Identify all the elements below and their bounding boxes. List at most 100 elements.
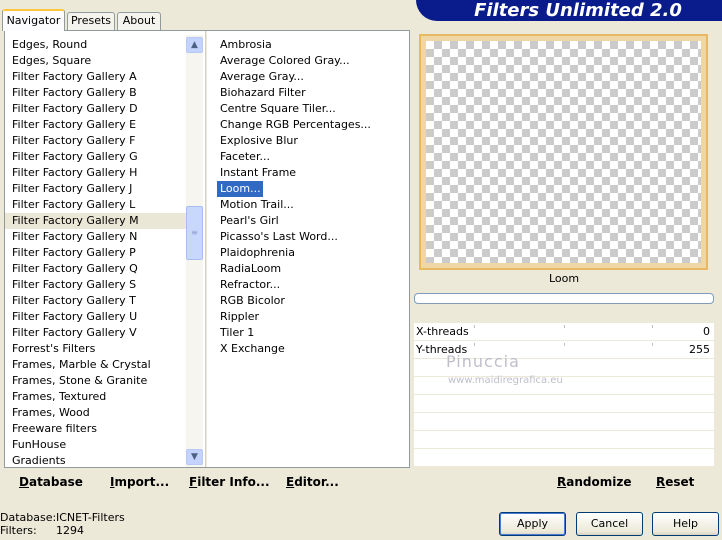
scroll-up-button[interactable]: ▲: [186, 37, 203, 53]
filters-label: Filters:: [0, 524, 37, 537]
category-item[interactable]: Filter Factory Gallery M: [5, 213, 190, 229]
category-item[interactable]: Filter Factory Gallery T: [5, 293, 190, 309]
tab-presets[interactable]: Presets: [67, 12, 115, 30]
filter-item[interactable]: Biohazard Filter: [217, 85, 306, 101]
filter-item[interactable]: Rippler: [217, 309, 259, 325]
filter-item-row: Plaidophrenia: [217, 245, 407, 261]
filter-info-button[interactable]: Filter Info...: [189, 475, 270, 489]
preview-image: [419, 34, 708, 270]
filter-item[interactable]: Pearl's Girl: [217, 213, 279, 229]
category-item[interactable]: Frames, Marble & Crystal: [5, 357, 190, 373]
category-item[interactable]: Filter Factory Gallery F: [5, 133, 190, 149]
filter-item-row: Average Colored Gray...: [217, 53, 407, 69]
filter-item[interactable]: RadiaLoom: [217, 261, 281, 277]
category-item[interactable]: Filter Factory Gallery D: [5, 101, 190, 117]
filter-item[interactable]: Ambrosia: [217, 37, 272, 53]
category-item[interactable]: Filter Factory Gallery B: [5, 85, 190, 101]
reset-button[interactable]: Reset: [656, 475, 694, 489]
category-item[interactable]: Filter Factory Gallery L: [5, 197, 190, 213]
filter-item[interactable]: Picasso's Last Word...: [217, 229, 338, 245]
database-button[interactable]: Database: [19, 475, 83, 489]
filter-item-row: Motion Trail...: [217, 197, 407, 213]
category-item[interactable]: Filter Factory Gallery Q: [5, 261, 190, 277]
category-item[interactable]: Frames, Stone & Granite: [5, 373, 190, 389]
filter-item-row: Loom...: [217, 181, 407, 197]
param-value: 255: [689, 343, 710, 356]
category-item[interactable]: FunHouse: [5, 437, 190, 453]
category-item[interactable]: Filter Factory Gallery E: [5, 117, 190, 133]
filter-item[interactable]: Loom...: [217, 181, 263, 197]
filter-item[interactable]: Explosive Blur: [217, 133, 298, 149]
category-item[interactable]: Filter Factory Gallery G: [5, 149, 190, 165]
progress-bar: [414, 293, 714, 304]
category-item[interactable]: Edges, Round: [5, 37, 190, 53]
category-item[interactable]: Edges, Square: [5, 53, 190, 69]
param-row-empty: [414, 449, 714, 467]
filter-item[interactable]: RGB Bicolor: [217, 293, 285, 309]
filter-item-row: X Exchange: [217, 341, 407, 357]
category-item[interactable]: Filter Factory Gallery J: [5, 181, 190, 197]
parameter-list: X-threads 0 Y-threads 255: [414, 323, 714, 467]
filter-item[interactable]: Average Gray...: [217, 69, 304, 85]
filter-item-row: Biohazard Filter: [217, 85, 407, 101]
category-item[interactable]: Frames, Textured: [5, 389, 190, 405]
param-label: X-threads: [416, 325, 469, 338]
param-row-empty: [414, 377, 714, 395]
import-button[interactable]: Import...: [110, 475, 169, 489]
param-label: Y-threads: [416, 343, 468, 356]
bottom-toolbar: Database Import... Filter Info... Editor…: [4, 470, 714, 496]
filter-item-row: Ambrosia: [217, 37, 407, 53]
category-scrollbar[interactable]: ▲ ≡ ▼: [186, 35, 203, 467]
filter-list: Ambrosia Average Colored Gray... Average G…: [217, 37, 407, 357]
database-label: Database:: [0, 511, 57, 524]
filter-item[interactable]: Motion Trail...: [217, 197, 294, 213]
preview-area: [414, 30, 714, 270]
scroll-down-button[interactable]: ▼: [186, 449, 203, 465]
randomize-button[interactable]: Randomize: [557, 475, 631, 489]
category-item[interactable]: Filter Factory Gallery A: [5, 69, 190, 85]
list-divider[interactable]: [205, 31, 207, 467]
tab-strip: Navigator Presets About Filters Unlimite…: [0, 0, 722, 31]
filter-item[interactable]: Plaidophrenia: [217, 245, 295, 261]
param-row-y-threads[interactable]: Y-threads 255: [414, 341, 714, 359]
param-row-x-threads[interactable]: X-threads 0: [414, 323, 714, 341]
filter-item-row: Explosive Blur: [217, 133, 407, 149]
filter-item[interactable]: Tiler 1: [217, 325, 254, 341]
filter-item-row: Centre Square Tiler...: [217, 101, 407, 117]
filter-item-row: Picasso's Last Word...: [217, 229, 407, 245]
tab-about[interactable]: About: [117, 12, 161, 30]
editor-button[interactable]: Editor...: [286, 475, 339, 489]
category-list: Edges, Round Edges, Square Filter Factory …: [5, 31, 190, 467]
filter-item-row: Pearl's Girl: [217, 213, 407, 229]
help-button[interactable]: Help: [652, 512, 719, 536]
filters-count: 1294: [56, 524, 84, 537]
filter-item[interactable]: Change RGB Percentages...: [217, 117, 371, 133]
scroll-thumb[interactable]: ≡: [186, 206, 203, 260]
category-item[interactable]: Filter Factory Gallery P: [5, 245, 190, 261]
apply-button[interactable]: Apply: [499, 512, 566, 536]
category-item[interactable]: Forrest's Filters: [5, 341, 190, 357]
status-info: Database:ICNET-Filters Filters: 1294: [0, 511, 125, 537]
filter-item[interactable]: Faceter...: [217, 149, 270, 165]
category-item[interactable]: Freeware filters: [5, 421, 190, 437]
filter-item-row: Average Gray...: [217, 69, 407, 85]
category-item[interactable]: Filter Factory Gallery V: [5, 325, 190, 341]
navigator-panel: Edges, Round Edges, Square Filter Factory …: [4, 30, 410, 468]
filter-item[interactable]: X Exchange: [217, 341, 285, 357]
cancel-button[interactable]: Cancel: [576, 512, 643, 536]
category-item[interactable]: Gradients: [5, 453, 190, 467]
filter-item[interactable]: Average Colored Gray...: [217, 53, 350, 69]
filter-item-row: Rippler: [217, 309, 407, 325]
category-item[interactable]: Filter Factory Gallery H: [5, 165, 190, 181]
category-item[interactable]: Filter Factory Gallery U: [5, 309, 190, 325]
app-title: Filters Unlimited 2.0: [416, 0, 722, 21]
category-item[interactable]: Filter Factory Gallery N: [5, 229, 190, 245]
category-item[interactable]: Filter Factory Gallery S: [5, 277, 190, 293]
database-value: ICNET-Filters: [56, 511, 125, 524]
tab-navigator[interactable]: Navigator: [2, 9, 65, 31]
filter-item[interactable]: Instant Frame: [217, 165, 296, 181]
category-item[interactable]: Frames, Wood: [5, 405, 190, 421]
param-row-empty: [414, 413, 714, 431]
filter-item[interactable]: Centre Square Tiler...: [217, 101, 336, 117]
filter-item[interactable]: Refractor...: [217, 277, 280, 293]
